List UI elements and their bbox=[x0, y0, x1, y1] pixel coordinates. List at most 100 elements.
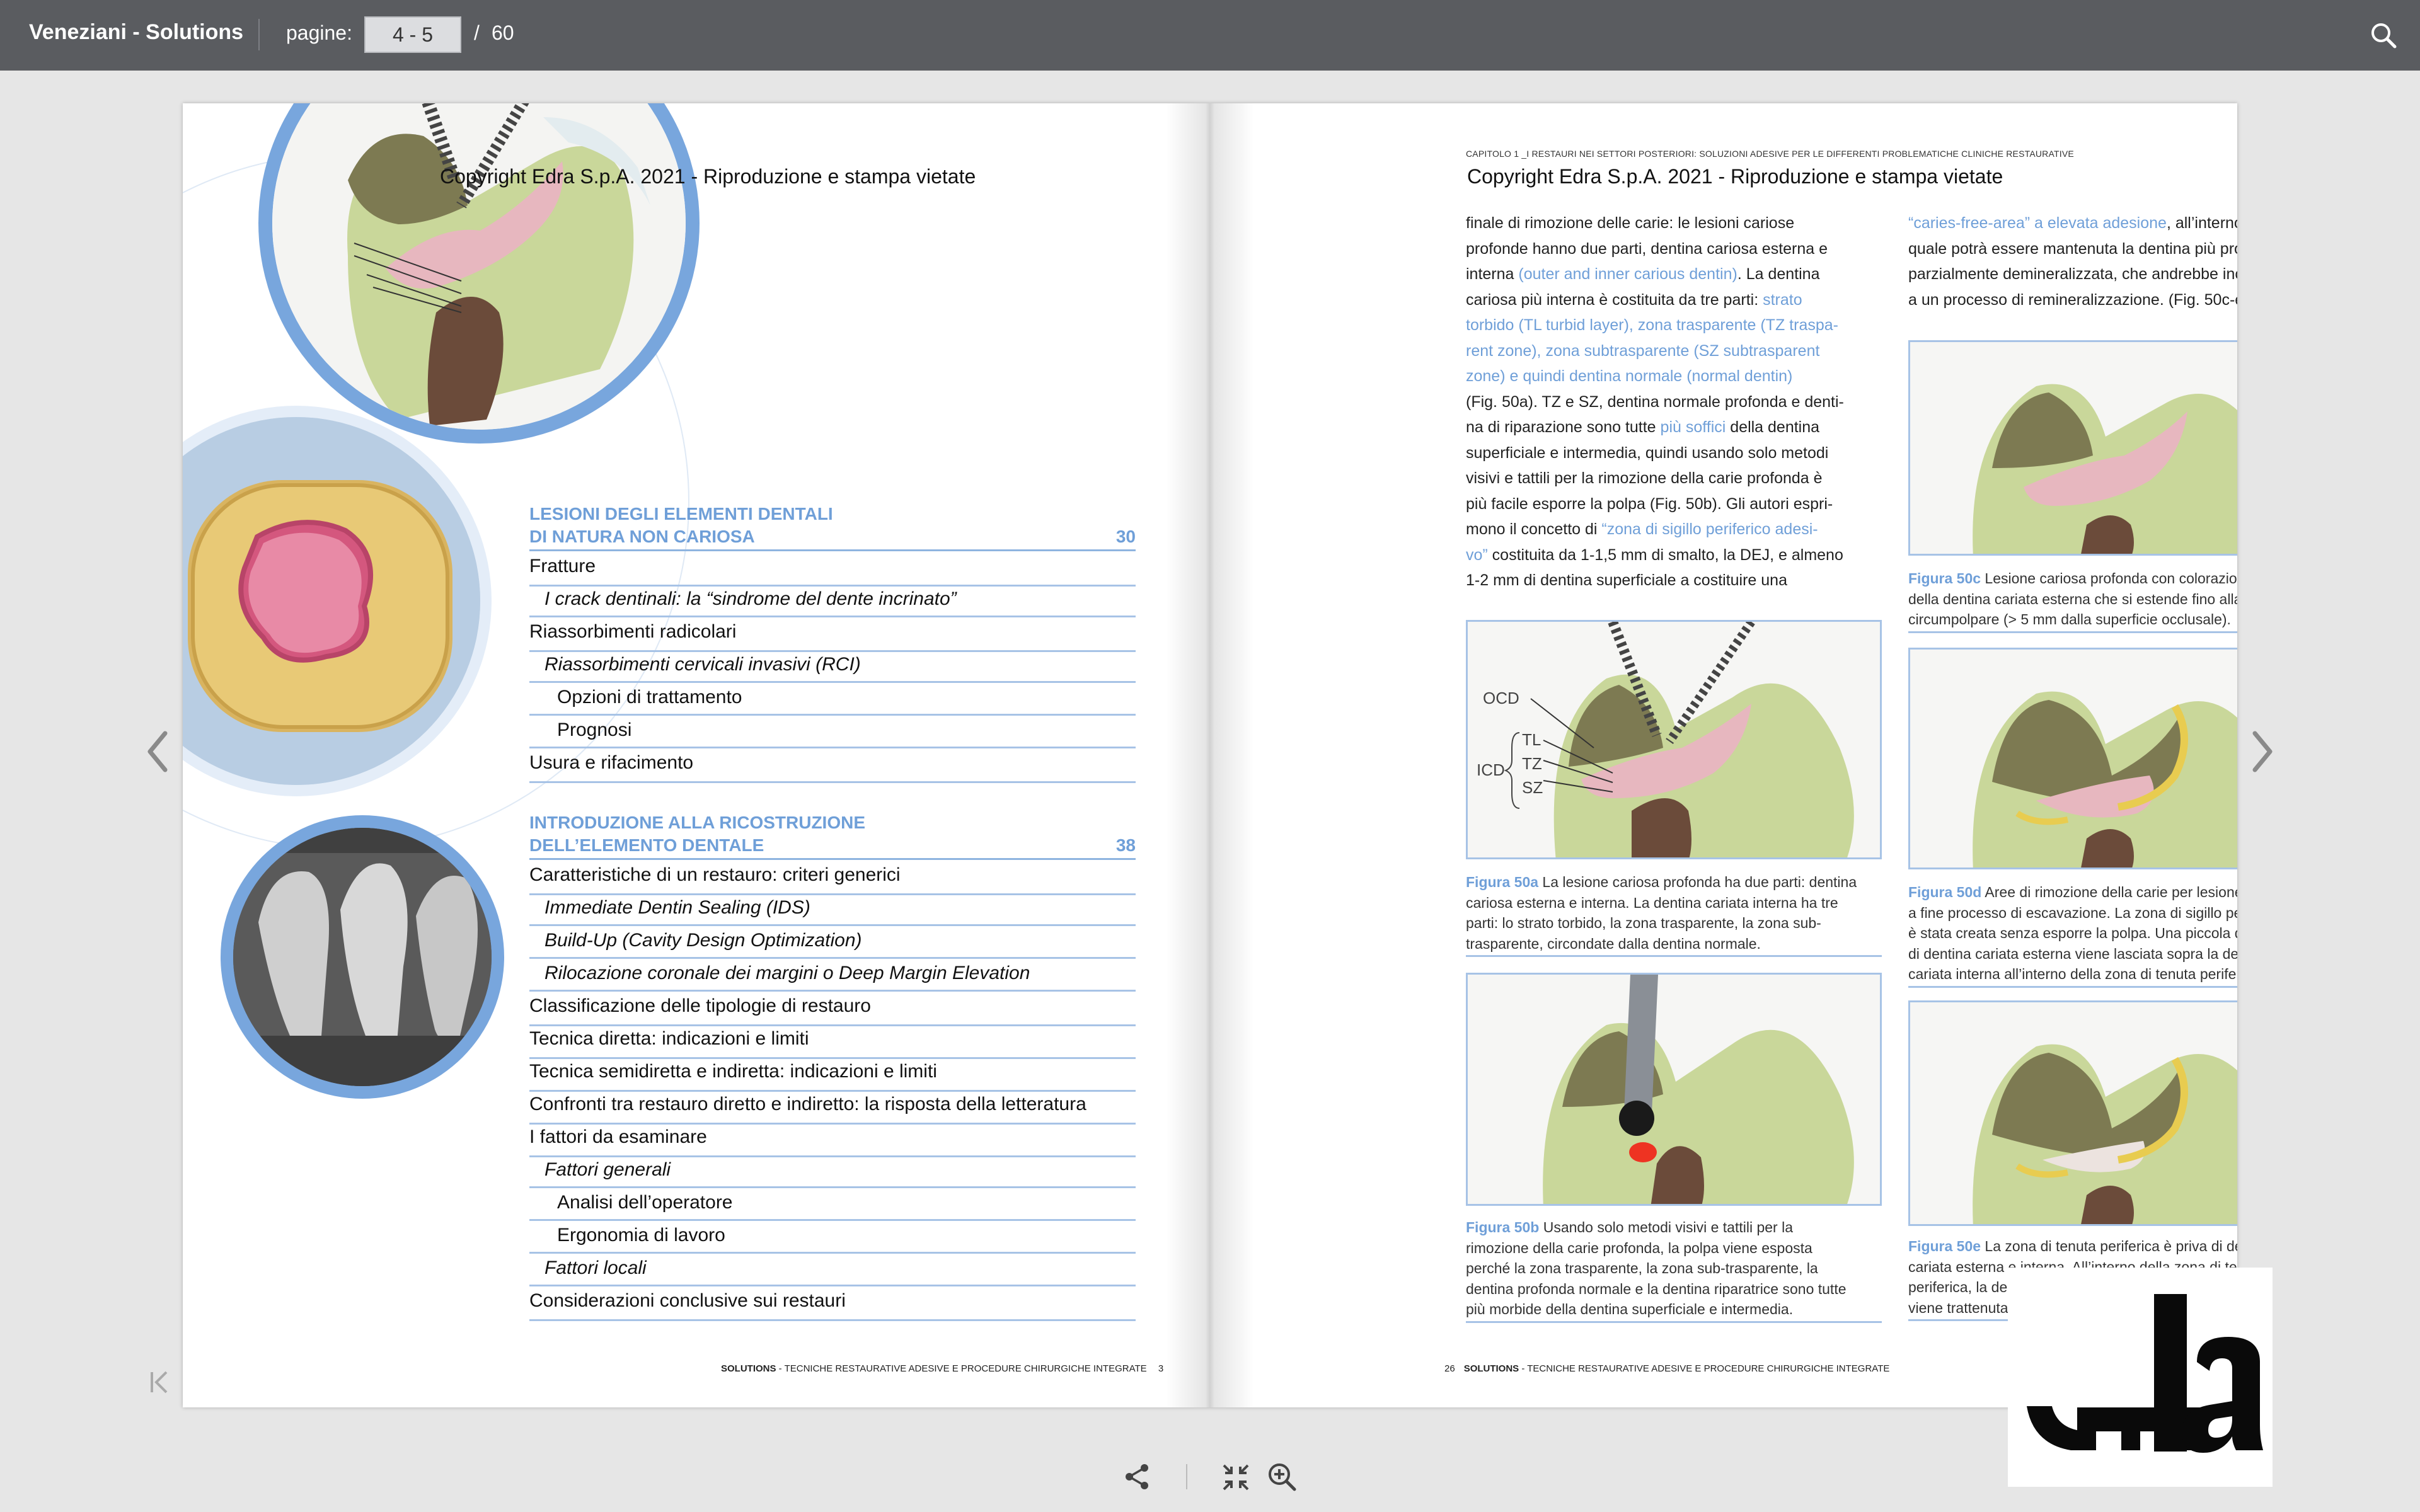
caption-text: Usando solo metodi visivi e tattili per … bbox=[1539, 1219, 1793, 1235]
text-line: interna (outer and inner carious dentin)… bbox=[1466, 265, 1820, 283]
caption-text: più morbide della dentina superficiale e… bbox=[1466, 1301, 1794, 1317]
toc-section-heading[interactable]: INTRODUZIONE ALLA RICOSTRUZIONE DELL’ELE… bbox=[529, 811, 1136, 857]
toc-item[interactable]: Immediate Dentin Sealing (IDS) bbox=[529, 894, 1136, 926]
left-page: Copyright Edra S.p.A. 2021 - Riproduzion… bbox=[183, 103, 1210, 1407]
zoom-in-icon[interactable] bbox=[1267, 1462, 1297, 1492]
first-page-icon[interactable] bbox=[149, 1368, 171, 1396]
figure-50e[interactable] bbox=[1908, 1000, 2237, 1226]
toc-item[interactable]: Tecnica diretta: indicazioni e limiti bbox=[529, 1025, 1136, 1059]
caption-text: è stata creata senza esporre la polpa. U… bbox=[1908, 925, 2237, 941]
text-line: cariosa più interna è costituita da tre … bbox=[1466, 290, 1802, 309]
body-column-2: “caries-free-area” a elevata adesione, a… bbox=[1908, 210, 2237, 312]
toc-heading-line: DI NATURA NON CARIOSA bbox=[529, 527, 755, 546]
text-line: mono il concetto di “zona di sigillo per… bbox=[1466, 520, 1818, 538]
footer-text: - TECNICHE RESTAURATIVE ADESIVE E PROCED… bbox=[776, 1363, 1147, 1374]
toc-item[interactable]: Caratteristiche di un restauro: criteri … bbox=[529, 861, 1136, 895]
fig-label-sz: SZ bbox=[1522, 778, 1543, 797]
text-line: profonde hanno due parti, dentina carios… bbox=[1466, 239, 1828, 258]
caption-text: a fine processo di escavazione. La zona … bbox=[1908, 904, 2237, 921]
toc-item[interactable]: Riassorbimenti cervicali invasivi (RCI) bbox=[529, 651, 1136, 683]
text-line: na di riparazione sono tutte più soffici… bbox=[1466, 418, 1820, 436]
footer-series: SOLUTIONS bbox=[1463, 1363, 1519, 1374]
toc-item[interactable]: Riassorbimenti radicolari bbox=[529, 618, 1136, 652]
caption-text: parti: lo strato torbido, la zona traspa… bbox=[1466, 915, 1821, 931]
caption-text: rimozione della carie profonda, la polpa… bbox=[1466, 1239, 1812, 1256]
text-line: quale potrà essere mantenuta la dentina … bbox=[1908, 239, 2237, 258]
fig-label-tl: TL bbox=[1522, 730, 1541, 749]
toc-item[interactable]: Fattori generali bbox=[529, 1156, 1136, 1188]
caption-label: Figura 50b bbox=[1466, 1219, 1540, 1235]
toolbar-divider bbox=[258, 19, 260, 50]
copyright-notice: Copyright Edra S.p.A. 2021 - Riproduzion… bbox=[440, 165, 976, 188]
collapse-icon[interactable] bbox=[1221, 1463, 1250, 1492]
toc-item[interactable]: Rilocazione coronale dei margini o Deep … bbox=[529, 959, 1136, 992]
toc-item[interactable]: I fattori da esaminare bbox=[529, 1123, 1136, 1157]
toc-item[interactable]: Fratture bbox=[529, 553, 1136, 587]
figure-50c[interactable] bbox=[1908, 340, 2237, 556]
toc-item[interactable]: Tecnica semidiretta e indiretta: indicaz… bbox=[529, 1058, 1136, 1092]
figure-50d-caption: Figura 50d Aree di rimozione della carie… bbox=[1908, 882, 2237, 988]
toc-heading-line: LESIONI DEGLI ELEMENTI DENTALI bbox=[529, 504, 833, 524]
caption-label: Figura 50a bbox=[1466, 874, 1539, 890]
figure-50a-caption: Figura 50a La lesione cariosa profonda h… bbox=[1466, 872, 1882, 957]
caption-label: Figura 50c bbox=[1908, 570, 1981, 587]
toc-item[interactable]: Usura e rifacimento bbox=[529, 749, 1136, 783]
caption-text: dentina profonda normale e la dentina ri… bbox=[1466, 1280, 1847, 1297]
toc-item[interactable]: I crack dentinali: la “sindrome del dent… bbox=[529, 585, 1136, 617]
pages-label: pagine: bbox=[286, 21, 352, 44]
chevron-right-icon[interactable] bbox=[2250, 730, 2275, 774]
edra-logo bbox=[2008, 1268, 2273, 1487]
toc-item[interactable]: Analisi dell’operatore bbox=[529, 1189, 1136, 1221]
toc-divider bbox=[529, 549, 1136, 551]
text-line: finale di rimozione delle carie: le lesi… bbox=[1466, 214, 1795, 232]
caption-text: della dentina cariata esterna che si est… bbox=[1908, 590, 2237, 607]
toc-item[interactable]: Prognosi bbox=[529, 716, 1136, 748]
toc-heading-line: DELL’ELEMENTO DENTALE bbox=[529, 835, 764, 855]
body-column-1: finale di rimozione delle carie: le lesi… bbox=[1466, 210, 1882, 593]
caption-text: La lesione cariosa profonda ha due parti… bbox=[1538, 874, 1857, 890]
toc-item[interactable]: Considerazioni conclusive sui restauri bbox=[529, 1287, 1136, 1321]
page-footer: SOLUTIONS - TECNICHE RESTAURATIVE ADESIV… bbox=[721, 1363, 1163, 1374]
text-line: più facile esporre la polpa (Fig. 50b). … bbox=[1466, 495, 1833, 513]
right-page: CAPITOLO 1 _I RESTAURI NEI SETTORI POSTE… bbox=[1210, 103, 2237, 1407]
figure-50a[interactable]: OCD ICD TL TZ SZ bbox=[1466, 620, 1882, 859]
toc-item[interactable]: Ergonomia di lavoro bbox=[529, 1222, 1136, 1254]
toc-page-number: 38 bbox=[1115, 835, 1136, 855]
toc-page-number: 30 bbox=[1115, 527, 1136, 546]
footer-page-number: 26 bbox=[1444, 1363, 1455, 1374]
text-line: 1-2 mm di dentina superficiale a costitu… bbox=[1466, 571, 1787, 589]
chevron-left-icon[interactable] bbox=[145, 730, 170, 774]
footer-page-number: 3 bbox=[1158, 1363, 1164, 1374]
xray-image bbox=[221, 815, 504, 1099]
page-number-input[interactable] bbox=[364, 16, 461, 53]
toc-item[interactable]: Build-Up (Cavity Design Optimization) bbox=[529, 927, 1136, 959]
book-spread: Copyright Edra S.p.A. 2021 - Riproduzion… bbox=[183, 103, 2237, 1407]
toc-item[interactable]: Opzioni di trattamento bbox=[529, 684, 1136, 716]
tooth-cross-section-image bbox=[183, 406, 492, 796]
fig-label-tz: TZ bbox=[1522, 754, 1542, 773]
figure-50c-caption: Figura 50c Lesione cariosa profonda con … bbox=[1908, 568, 2237, 633]
caption-text: trasparente, circondate dalla dentina no… bbox=[1466, 935, 1761, 952]
fig-label-ocd: OCD bbox=[1483, 689, 1519, 707]
share-icon[interactable] bbox=[1122, 1462, 1152, 1492]
toc-section-heading[interactable]: LESIONI DEGLI ELEMENTI DENTALI DI NATURA… bbox=[529, 503, 1136, 548]
toc-item[interactable]: Confronti tra restauro diretto e indiret… bbox=[529, 1091, 1136, 1125]
search-icon[interactable] bbox=[2370, 21, 2397, 49]
toc-divider bbox=[529, 858, 1136, 860]
caption-text: cariosa esterna e interna. La dentina ca… bbox=[1466, 894, 1838, 911]
toc-item[interactable]: Fattori locali bbox=[529, 1254, 1136, 1286]
text-line: zone) e quindi dentina normale (normal d… bbox=[1466, 367, 1793, 385]
figure-50b-caption: Figura 50b Usando solo metodi visivi e t… bbox=[1466, 1217, 1882, 1323]
text-line: vo” costituita da 1-1,5 mm di smalto, la… bbox=[1466, 546, 1843, 564]
caption-text: circumpolpare (> 5 mm dalla superficie o… bbox=[1908, 611, 2231, 627]
text-line: parzialmente demineralizzata, che andreb… bbox=[1908, 265, 2237, 283]
caption-text: La zona di tenuta periferica è priva di … bbox=[1985, 1238, 2237, 1254]
figure-50d[interactable] bbox=[1908, 648, 2237, 869]
text-line: superficiale e intermedia, quindi usando… bbox=[1466, 444, 1829, 462]
toc-item[interactable]: Classificazione delle tipologie di resta… bbox=[529, 992, 1136, 1026]
text-line: torbido (TL turbid layer), zona traspare… bbox=[1466, 316, 1838, 334]
text-line: a un processo di remineralizzazione. (Fi… bbox=[1908, 290, 2237, 309]
toolbar-divider bbox=[1186, 1464, 1187, 1489]
figure-50b[interactable] bbox=[1466, 973, 1882, 1206]
copyright-notice: Copyright Edra S.p.A. 2021 - Riproduzion… bbox=[1467, 165, 2003, 188]
